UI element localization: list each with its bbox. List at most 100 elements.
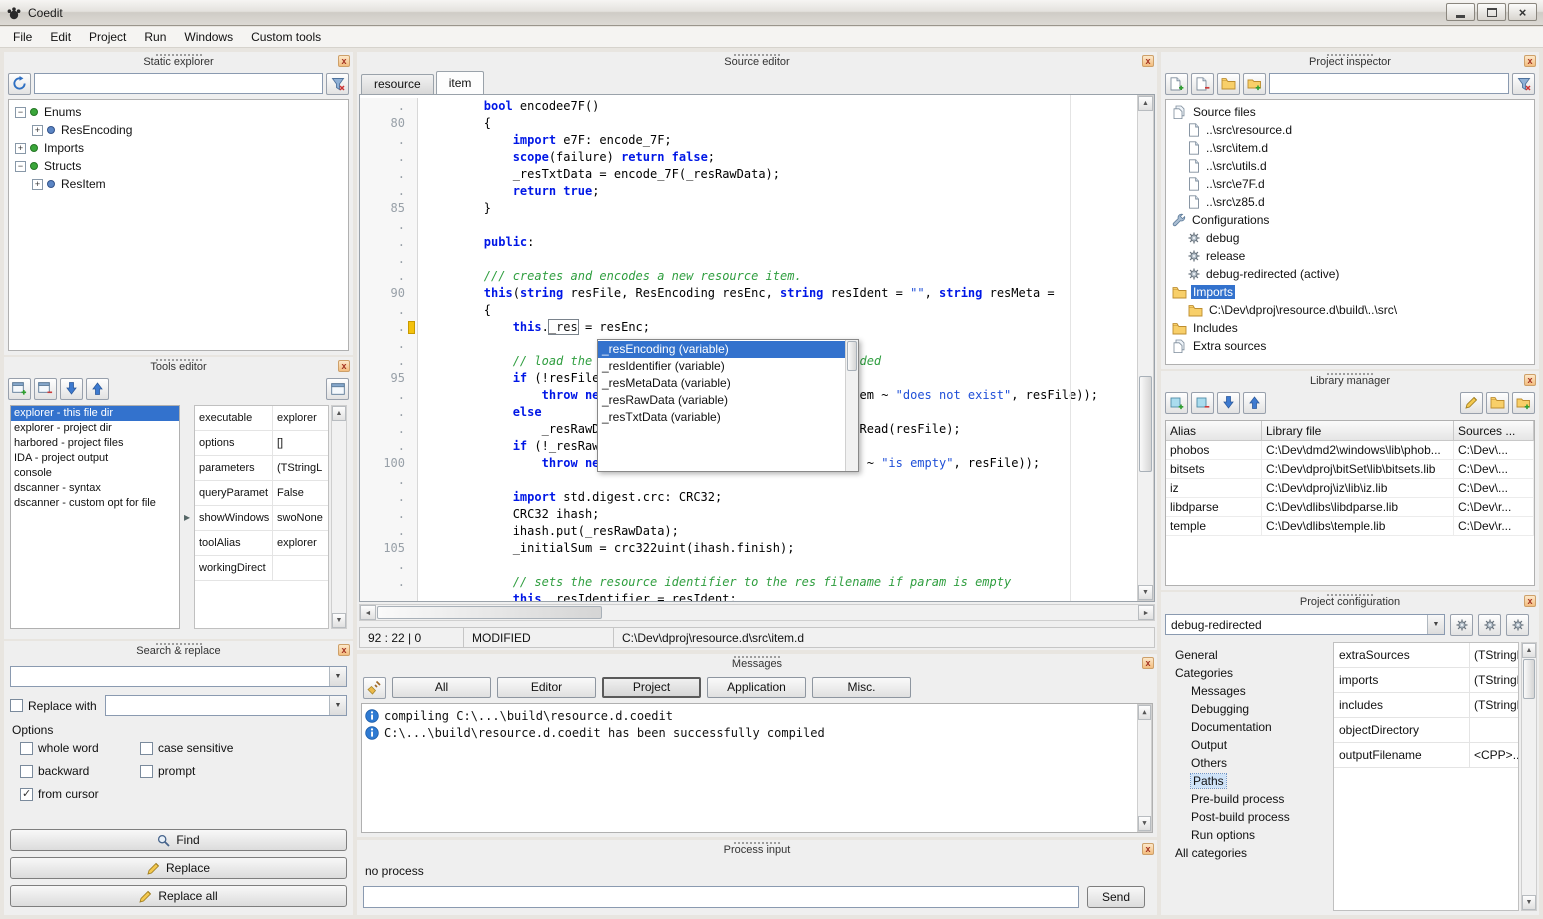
tool-list-item[interactable]: dscanner - custom opt for file	[11, 496, 179, 511]
config-property-row[interactable]: extraSources(TStringL	[1334, 643, 1518, 668]
property-value[interactable]: []	[273, 431, 328, 455]
option-backward[interactable]: backward	[20, 764, 140, 778]
scroll-down-icon[interactable]: ▼	[1522, 895, 1536, 910]
clone-configuration-button[interactable]	[1506, 614, 1529, 636]
remove-tool-button[interactable]	[34, 378, 57, 400]
panel-close-icon[interactable]: x	[1524, 55, 1536, 67]
message-row[interactable]: C:\...\build\resource.d.coedit has been …	[362, 724, 1152, 741]
config-property-row[interactable]: imports(TStringL	[1334, 668, 1518, 693]
code-line[interactable]: 105 _initialSum = crc322uint(ihash.finis…	[360, 540, 1137, 557]
panel-grip[interactable]	[1327, 373, 1373, 375]
category-item[interactable]: Messages	[1165, 682, 1331, 700]
library-row[interactable]: bitsetsC:\Dev\dproj\bitSet\lib\bitsets.l…	[1166, 460, 1534, 479]
library-row[interactable]: phobosC:\Dev\dmd2\windows\lib\phob...C:\…	[1166, 441, 1534, 460]
code-line[interactable]: . bool encodee7F()	[360, 98, 1137, 115]
category-item[interactable]: Categories	[1165, 664, 1331, 682]
collapse-icon[interactable]: −	[15, 161, 26, 172]
menu-windows[interactable]: Windows	[175, 28, 242, 46]
library-row[interactable]: templeC:\Dev\dlibs\temple.libC:\Dev\r...	[1166, 517, 1534, 536]
tree-item[interactable]: +ResEncoding	[11, 121, 348, 139]
clear-filter-button[interactable]	[1512, 73, 1535, 95]
add-configuration-button[interactable]	[1450, 614, 1473, 636]
tool-list-item[interactable]: IDA - project output	[11, 451, 179, 466]
property-value[interactable]: (TStringL	[273, 456, 328, 480]
open-folder-button[interactable]	[1217, 73, 1240, 95]
code-line[interactable]: . import e7F: encode_7F;	[360, 132, 1137, 149]
scroll-down-icon[interactable]: ▼	[332, 613, 346, 628]
move-up-button[interactable]	[1243, 392, 1266, 414]
tree-item[interactable]: ..\src\e7F.d	[1166, 175, 1534, 193]
panel-close-icon[interactable]: x	[338, 360, 350, 372]
scroll-down-icon[interactable]: ▼	[1138, 585, 1153, 600]
property-value[interactable]	[1470, 718, 1518, 742]
tree-item[interactable]: +ResItem	[11, 175, 348, 193]
tree-item[interactable]: ..\src\z85.d	[1166, 193, 1534, 211]
tools-splitter-icon[interactable]: ▸	[180, 405, 194, 629]
tool-list-item[interactable]: dscanner - syntax	[11, 481, 179, 496]
scroll-down-icon[interactable]: ▼	[1138, 816, 1151, 831]
editor-vertical-scrollbar[interactable]: ▲ ▼	[1137, 95, 1154, 601]
move-down-button[interactable]	[1217, 392, 1240, 414]
option-case-sensitive[interactable]: case sensitive	[140, 741, 347, 755]
code-line[interactable]: . ihash.put(_resRawData);	[360, 523, 1137, 540]
code-line[interactable]: . /// creates and encodes a new resource…	[360, 268, 1137, 285]
panel-grip[interactable]	[734, 842, 780, 844]
property-value[interactable]: (TStringL	[1470, 668, 1518, 692]
property-row[interactable]: queryParametFalse	[195, 481, 328, 506]
code-line[interactable]: . CRC32 ihash;	[360, 506, 1137, 523]
code-line[interactable]: . // sets the resource identifier to the…	[360, 574, 1137, 591]
tree-item[interactable]: Extra sources	[1166, 337, 1534, 355]
scroll-up-icon[interactable]: ▲	[1522, 643, 1536, 658]
symbol-filter-input[interactable]	[34, 73, 323, 94]
configuration-combo[interactable]: debug-redirected ▼	[1165, 614, 1445, 635]
editor-horizontal-scrollbar[interactable]: ◄ ►	[359, 604, 1155, 621]
tool-list-item[interactable]: explorer - this file dir	[11, 406, 179, 421]
panel-grip[interactable]	[1327, 594, 1373, 596]
config-property-row[interactable]: objectDirectory	[1334, 718, 1518, 743]
column-header[interactable]: Library file	[1262, 421, 1454, 440]
tree-item[interactable]: −Enums	[11, 103, 348, 121]
code-line[interactable]: 80 {	[360, 115, 1137, 132]
checkbox[interactable]	[20, 742, 33, 755]
clear-messages-button[interactable]	[363, 677, 386, 699]
chevron-down-icon[interactable]: ▼	[329, 696, 346, 715]
expand-icon[interactable]: +	[15, 143, 26, 154]
message-row[interactable]: compiling C:\...\build\resource.d.coedit	[362, 707, 1152, 724]
replace-with-checkbox[interactable]	[10, 699, 23, 712]
configuration-scrollbar[interactable]: ▲ ▼	[1521, 642, 1537, 911]
tool-list-item[interactable]: console	[11, 466, 179, 481]
tools-grid-scrollbar[interactable]: ▲ ▼	[331, 405, 347, 629]
completion-item[interactable]: _resTxtData (variable)	[598, 409, 845, 426]
scroll-right-icon[interactable]: ►	[1138, 605, 1154, 620]
filter-project[interactable]: Project	[602, 677, 701, 698]
category-item[interactable]: Paths	[1165, 772, 1331, 790]
panel-grip[interactable]	[734, 656, 780, 658]
code-line[interactable]: . this._resIdentifier = resIdent;	[360, 591, 1137, 601]
filter-misc[interactable]: Misc.	[812, 677, 911, 698]
minimize-button[interactable]	[1446, 3, 1475, 21]
tree-item[interactable]: debug	[1166, 229, 1534, 247]
option-whole-word[interactable]: whole word	[20, 741, 140, 755]
panel-close-icon[interactable]: x	[1142, 843, 1154, 855]
code-line[interactable]: . scope(failure) return false;	[360, 149, 1137, 166]
property-row[interactable]: workingDirect	[195, 556, 328, 581]
category-item[interactable]: General	[1165, 646, 1331, 664]
menu-custom-tools[interactable]: Custom tools	[242, 28, 330, 46]
filter-all[interactable]: All	[392, 677, 491, 698]
remove-library-button[interactable]	[1191, 392, 1214, 414]
remove-source-button[interactable]	[1191, 73, 1214, 95]
send-button[interactable]: Send	[1087, 886, 1145, 908]
inspector-filter-input[interactable]	[1269, 73, 1509, 94]
tree-item[interactable]: Includes	[1166, 319, 1534, 337]
code-line[interactable]: . this._res = resEnc;	[360, 319, 1137, 336]
filter-editor[interactable]: Editor	[497, 677, 596, 698]
panel-grip[interactable]	[1327, 54, 1373, 56]
close-button[interactable]: ×	[1508, 3, 1537, 21]
code-line[interactable]: 90 this(string resFile, ResEncoding resE…	[360, 285, 1137, 302]
replace-all-button[interactable]: Replace all	[10, 885, 347, 907]
panel-close-icon[interactable]: x	[338, 644, 350, 656]
titlebar[interactable]: Coedit ×	[0, 0, 1543, 26]
messages-scrollbar[interactable]: ▲ ▼	[1137, 704, 1152, 832]
replace-button[interactable]: Replace	[10, 857, 347, 879]
property-value[interactable]	[273, 556, 328, 580]
